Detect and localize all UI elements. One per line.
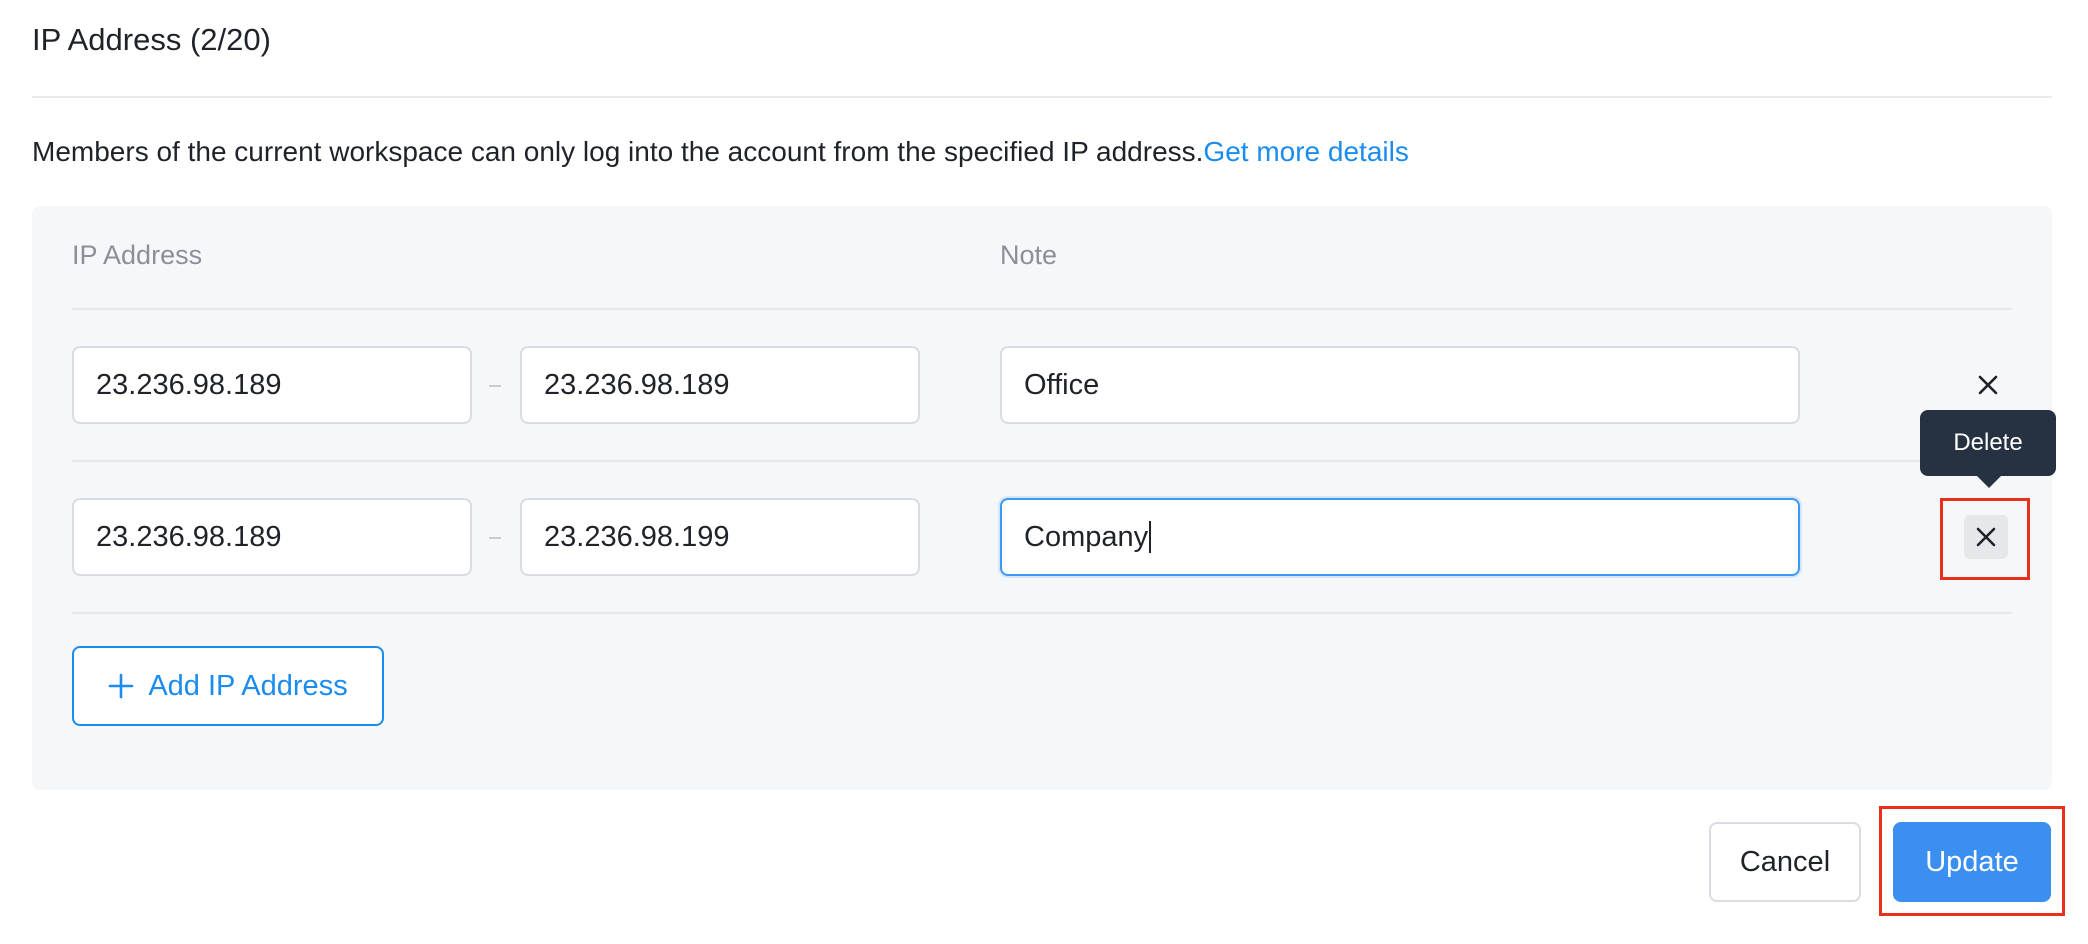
row-divider: [72, 460, 2012, 462]
column-header-note: Note: [1000, 240, 1058, 270]
ip-end-input[interactable]: 23.236.98.199: [520, 498, 920, 576]
description: Members of the current workspace can onl…: [32, 136, 1409, 168]
close-icon: [1978, 375, 1998, 395]
column-header-ip-address: IP Address: [72, 240, 203, 270]
header-divider: [32, 96, 2052, 98]
get-more-details-link[interactable]: Get more details: [1203, 136, 1408, 167]
row-divider: [72, 308, 2012, 310]
ip-end-input[interactable]: 23.236.98.189: [520, 346, 920, 424]
range-dash: [489, 385, 501, 387]
add-ip-address-label: Add IP Address: [148, 669, 348, 702]
row-divider: [72, 612, 2012, 614]
update-button-highlight: [1879, 806, 2065, 916]
delete-tooltip: Delete: [1920, 410, 2056, 476]
delete-button-highlight: [1940, 498, 2030, 580]
ip-start-input[interactable]: 23.236.98.189: [72, 498, 472, 576]
note-input[interactable]: Office: [1000, 346, 1800, 424]
note-value: Company: [1024, 520, 1149, 553]
description-text: Members of the current workspace can onl…: [32, 136, 1204, 167]
note-input-focused[interactable]: Company: [1000, 498, 1800, 576]
plus-icon: [109, 673, 134, 699]
add-ip-address-button[interactable]: Add IP Address: [72, 646, 384, 726]
tooltip-arrow: [1977, 476, 2001, 488]
page-title: IP Address (2/20): [32, 22, 271, 57]
cancel-button[interactable]: Cancel: [1709, 822, 1861, 902]
ip-start-input[interactable]: 23.236.98.189: [72, 346, 472, 424]
text-caret: [1149, 521, 1152, 553]
delete-row-button[interactable]: [1966, 363, 2010, 407]
range-dash: [489, 537, 501, 539]
